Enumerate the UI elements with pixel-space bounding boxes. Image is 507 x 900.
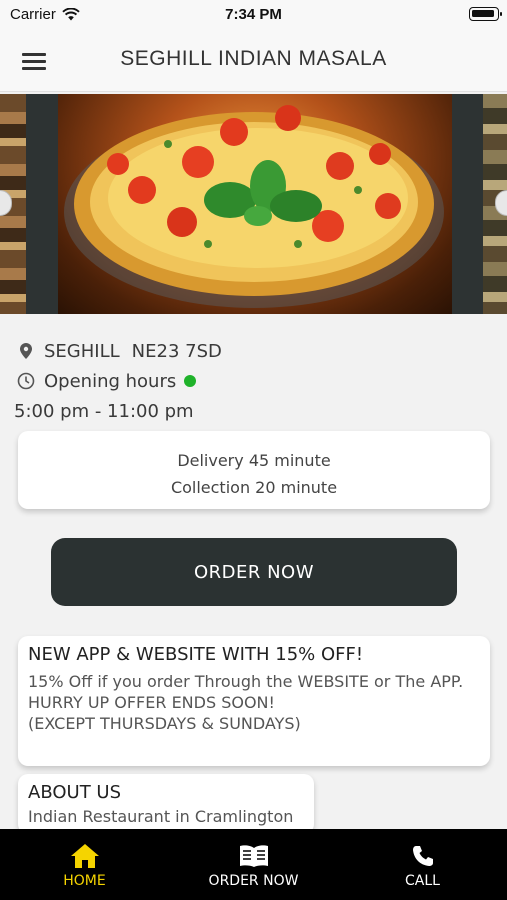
address-area: SEGHILL xyxy=(44,340,120,362)
bottom-tab-bar: HOME ORDER NOW CALL xyxy=(0,829,507,900)
tab-order-now[interactable]: ORDER NOW xyxy=(169,829,338,900)
clock-icon xyxy=(14,369,38,393)
tab-call-label: CALL xyxy=(405,872,440,889)
home-icon xyxy=(70,841,100,871)
tab-home[interactable]: HOME xyxy=(0,829,169,900)
promo-body: 15% Off if you order Through the WEBSITE… xyxy=(28,672,464,733)
about-card: ABOUT US Indian Restaurant in Cramlingto… xyxy=(18,774,314,834)
promo-card: NEW APP & WEBSITE WITH 15% OFF! 15% Off … xyxy=(18,636,490,766)
address-row: SEGHILL NE23 7SD xyxy=(14,336,494,366)
tab-home-label: HOME xyxy=(63,872,106,889)
tab-order-now-label: ORDER NOW xyxy=(208,872,299,889)
tab-call[interactable]: CALL xyxy=(338,829,507,900)
open-status-indicator xyxy=(184,375,197,387)
nav-bar: SEGHILL INDIAN MASALA xyxy=(0,30,507,92)
hero-banner[interactable] xyxy=(0,94,507,314)
promo-title: NEW APP & WEBSITE WITH 15% OFF! xyxy=(28,644,364,665)
order-now-button[interactable]: ORDER NOW xyxy=(51,538,457,606)
clock: 7:34 PM xyxy=(225,6,282,23)
page-title: SEGHILL INDIAN MASALA xyxy=(120,47,387,70)
delivery-time: Delivery 45 minute xyxy=(177,451,331,470)
about-title: ABOUT US xyxy=(28,782,122,803)
collection-time: Collection 20 minute xyxy=(170,478,338,497)
about-body: Indian Restaurant in Cramlington xyxy=(28,807,294,826)
status-bar: Carrier 7:34 PM xyxy=(0,0,507,30)
delivery-times-card: Delivery 45 minute Collection 20 minute xyxy=(18,431,490,509)
address-postcode: NE23 7SD xyxy=(131,340,222,362)
battery-icon xyxy=(469,7,502,21)
opening-hours-row: Opening hours xyxy=(14,366,494,396)
opening-hours-time: 5:00 pm - 11:00 pm xyxy=(14,400,194,422)
phone-icon xyxy=(411,841,435,871)
restaurant-info: SEGHILL NE23 7SD Opening hours 5:00 pm -… xyxy=(14,336,494,426)
pizza-photo xyxy=(58,94,452,314)
opening-hours-label: Opening hours xyxy=(44,370,177,392)
menu-book-icon xyxy=(238,841,270,871)
location-pin-icon xyxy=(14,339,38,363)
